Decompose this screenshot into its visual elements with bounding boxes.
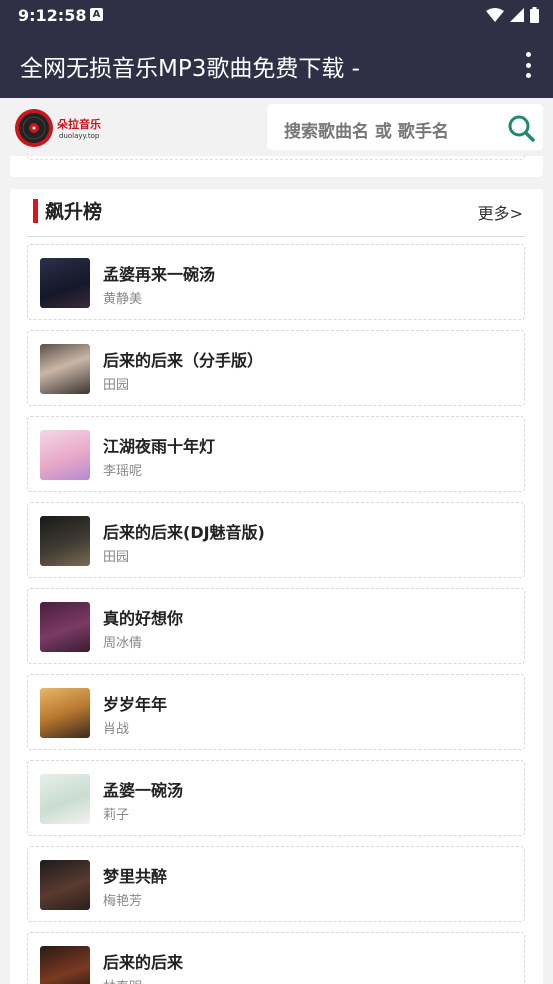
more-link[interactable]: 更多> xyxy=(478,200,523,224)
song-title: 后来的后来（分手版） xyxy=(103,351,264,370)
section-title: 飙升榜 xyxy=(45,201,103,223)
status-bar: 9:12:58 A xyxy=(0,0,553,30)
song-item[interactable]: 孟婆一碗汤 莉子 xyxy=(27,760,525,836)
notification-icon: A xyxy=(90,8,103,21)
album-cover xyxy=(40,774,90,824)
album-cover xyxy=(40,602,90,652)
song-artist: 莉子 xyxy=(103,808,130,823)
previous-list-item xyxy=(27,154,525,160)
song-title: 梦里共醉 xyxy=(103,867,168,886)
song-artist: 肖战 xyxy=(103,722,130,737)
song-title: 岁岁年年 xyxy=(103,695,168,714)
section-accent-bar xyxy=(33,199,38,223)
song-item[interactable]: 后来的后来(DJ魅音版) 田园 xyxy=(27,502,525,578)
album-cover xyxy=(40,430,90,480)
song-title: 真的好想你 xyxy=(103,609,184,628)
divider xyxy=(27,236,525,237)
album-cover xyxy=(40,688,90,738)
status-time: 9:12:58 xyxy=(18,6,87,25)
rising-chart-section: 飙升榜 更多> 孟婆再来一碗汤 黄静美 后来的后来（分手版） 田园 江湖夜雨十年… xyxy=(10,189,543,984)
search-icon[interactable] xyxy=(507,114,535,142)
app-title: 全网无损音乐MP3歌曲免费下载 - xyxy=(20,56,360,82)
album-cover xyxy=(40,946,90,984)
logo-text: 朵拉音乐 xyxy=(57,118,101,131)
battery-icon xyxy=(530,7,539,23)
song-artist: 田园 xyxy=(103,550,130,565)
song-artist: 林春明 xyxy=(103,976,142,984)
song-item[interactable]: 岁岁年年 肖战 xyxy=(27,674,525,750)
album-cover xyxy=(40,860,90,910)
song-artist: 周冰倩 xyxy=(103,636,143,651)
status-icons xyxy=(486,7,539,23)
more-options-icon[interactable] xyxy=(523,52,533,78)
song-title: 后来的后来(DJ魅音版) xyxy=(103,523,265,542)
song-artist: 梅艳芳 xyxy=(103,894,143,909)
song-artist: 李瑶呢 xyxy=(103,464,143,479)
search-input[interactable]: 搜索歌曲名 或 歌手名 xyxy=(267,104,543,150)
app-bar: 全网无损音乐MP3歌曲免费下载 - xyxy=(0,30,553,98)
song-title: 孟婆一碗汤 xyxy=(103,781,184,800)
song-title: 江湖夜雨十年灯 xyxy=(103,437,216,456)
song-artist: 田园 xyxy=(103,378,130,393)
song-item[interactable]: 后来的后来（分手版） 田园 xyxy=(27,330,525,406)
logo-subtext: duolayy.top xyxy=(59,132,100,140)
album-cover xyxy=(40,516,90,566)
album-cover xyxy=(40,258,90,308)
song-item[interactable]: 孟婆再来一碗汤 黄静美 xyxy=(27,244,525,320)
album-cover xyxy=(40,344,90,394)
song-title: 后来的后来 xyxy=(103,953,184,972)
song-item[interactable]: 真的好想你 周冰倩 xyxy=(27,588,525,664)
site-header: 朵拉音乐 duolayy.top 搜索歌曲名 或 歌手名 xyxy=(0,98,553,156)
site-logo[interactable]: 朵拉音乐 duolayy.top xyxy=(14,106,114,148)
song-item[interactable]: 江湖夜雨十年灯 李瑶呢 xyxy=(27,416,525,492)
search-placeholder: 搜索歌曲名 或 歌手名 xyxy=(284,122,449,142)
song-title: 孟婆再来一碗汤 xyxy=(103,265,216,284)
signal-icon xyxy=(510,8,524,22)
previous-section-card xyxy=(10,154,543,177)
song-artist: 黄静美 xyxy=(103,292,143,307)
vinyl-logo-icon xyxy=(15,109,53,147)
wifi-icon xyxy=(486,8,504,22)
song-item[interactable]: 后来的后来 林春明 xyxy=(27,932,525,984)
song-item[interactable]: 梦里共醉 梅艳芳 xyxy=(27,846,525,922)
